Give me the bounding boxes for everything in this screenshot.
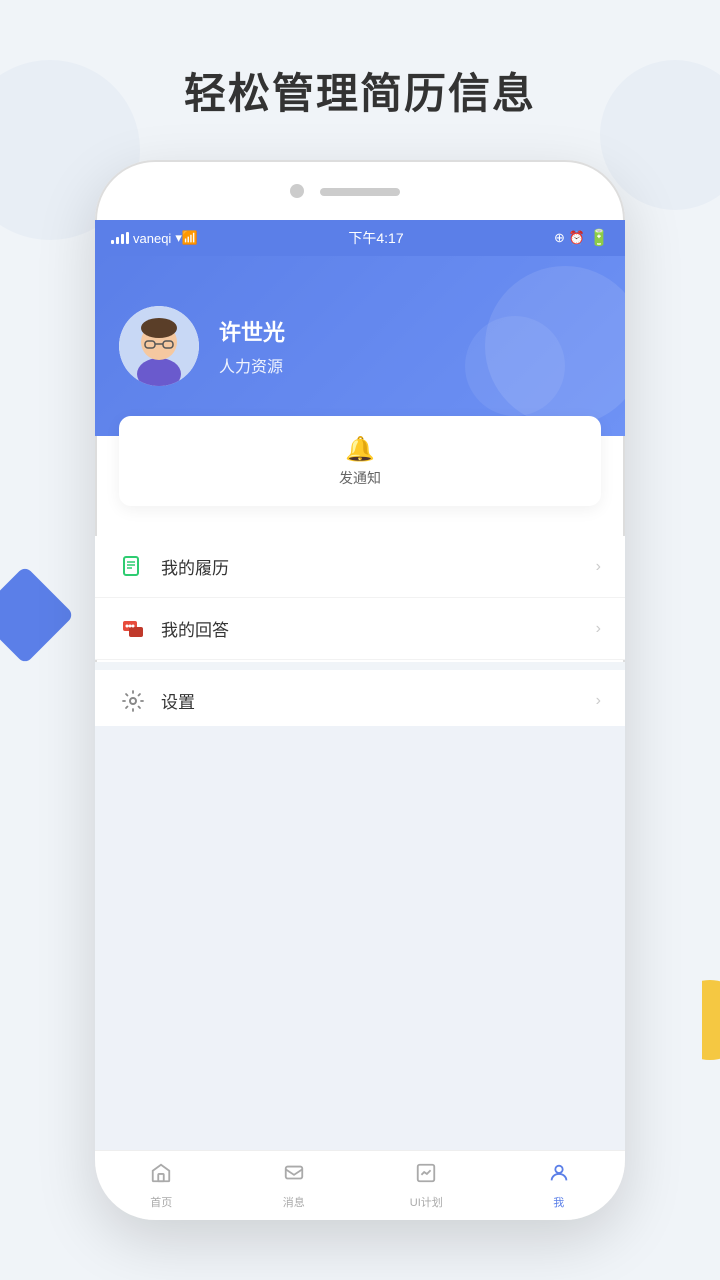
me-icon [548, 1162, 570, 1190]
answers-arrow-icon: › [596, 620, 601, 638]
menu-answers-label: 我的回答 [161, 616, 596, 641]
nav-item-messages[interactable]: 消息 [228, 1162, 361, 1210]
nav-me-label: 我 [553, 1194, 564, 1210]
menu-item-settings[interactable]: 设置 › [95, 670, 625, 732]
resume-icon [119, 553, 147, 581]
menu-section: 我的履历 › 我的回答 › [95, 536, 625, 660]
profile-job-title: 人力资源 [219, 353, 285, 377]
notification-bell-icon: 🔔 [345, 435, 375, 464]
profile-info: 许世光 人力资源 [219, 315, 285, 377]
signal-bar-1 [111, 240, 114, 244]
notification-label: 发通知 [339, 468, 381, 488]
phone-camera [290, 184, 304, 198]
phone-speaker [320, 188, 400, 196]
notification-card[interactable]: 🔔 发通知 [119, 416, 601, 506]
lock-icon: ⊕ [554, 230, 565, 246]
nav-item-plan[interactable]: UI计划 [360, 1162, 493, 1210]
nav-item-me[interactable]: 我 [493, 1162, 626, 1210]
settings-arrow-icon: › [596, 692, 601, 710]
signal-bar-2 [116, 237, 119, 244]
avatar [119, 306, 199, 386]
messages-icon [283, 1162, 305, 1190]
settings-section: 设置 › [95, 662, 625, 732]
home-icon [150, 1162, 172, 1190]
plan-icon [415, 1162, 437, 1190]
right-arc-decoration [670, 980, 720, 1060]
alarm-icon: ⏰ [569, 230, 585, 246]
content-area [95, 726, 625, 1150]
profile-name: 许世光 [219, 315, 285, 347]
nav-home-label: 首页 [150, 1194, 172, 1210]
signal-bar-3 [121, 234, 124, 244]
menu-resume-label: 我的履历 [161, 554, 596, 579]
status-right: ⊕ ⏰ 🔋 [554, 228, 609, 248]
nav-item-home[interactable]: 首页 [95, 1162, 228, 1210]
header-deco-circle-2 [465, 316, 565, 416]
resume-arrow-icon: › [596, 558, 601, 576]
phone-mockup: vaneqi ▾📶 下午4:17 ⊕ ⏰ 🔋 [95, 160, 625, 1220]
nav-messages-label: 消息 [283, 1194, 305, 1210]
battery-icon: 🔋 [589, 228, 609, 248]
status-left: vaneqi ▾📶 [111, 230, 198, 246]
left-diamond-decoration [0, 566, 74, 665]
avatar-svg [119, 306, 199, 386]
carrier-name: vaneqi [133, 231, 171, 246]
signal-bars [111, 232, 129, 244]
status-time: 下午4:17 [348, 228, 403, 248]
status-bar: vaneqi ▾📶 下午4:17 ⊕ ⏰ 🔋 [95, 220, 625, 256]
menu-item-resume[interactable]: 我的履历 › [95, 536, 625, 598]
menu-item-answers[interactable]: 我的回答 › [95, 598, 625, 660]
nav-plan-label: UI计划 [410, 1194, 443, 1210]
page-title: 轻松管理简历信息 [0, 60, 720, 121]
bottom-nav: 首页 消息 UI计划 [95, 1150, 625, 1220]
wifi-icon: ▾📶 [175, 230, 198, 246]
menu-settings-label: 设置 [161, 688, 596, 713]
profile-header: 许世光 人力资源 [95, 256, 625, 436]
signal-bar-4 [126, 232, 129, 244]
settings-icon [119, 687, 147, 715]
answers-icon [119, 615, 147, 643]
